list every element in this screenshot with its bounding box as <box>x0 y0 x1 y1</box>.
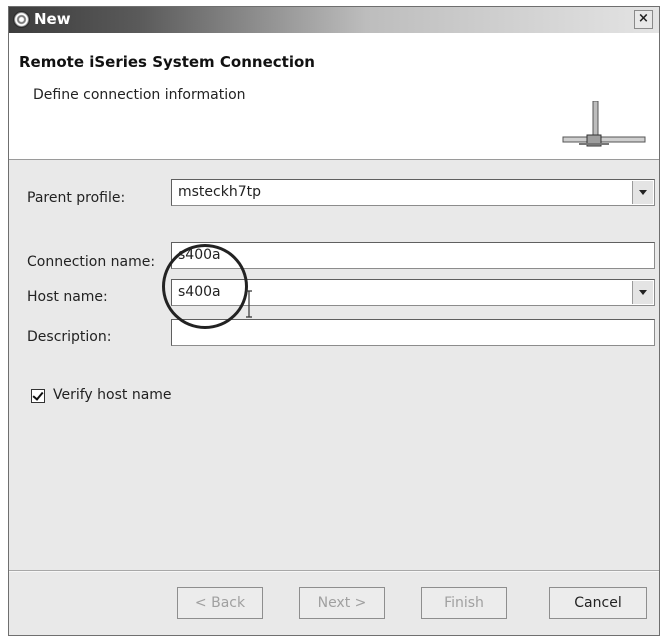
finish-button[interactable]: Finish <box>421 587 507 619</box>
cancel-button[interactable]: Cancel <box>549 587 647 619</box>
description-field[interactable] <box>171 319 655 346</box>
parent-profile-value: msteckh7tp <box>178 184 261 200</box>
banner-title: Remote iSeries System Connection <box>19 53 315 71</box>
host-name-combo[interactable]: s400a <box>171 279 655 306</box>
close-button[interactable]: × <box>634 10 653 29</box>
parent-profile-select[interactable]: msteckh7tp <box>171 179 655 206</box>
host-name-label: Host name: <box>27 289 108 305</box>
eclipse-icon <box>13 11 30 28</box>
text-cursor-icon <box>246 290 252 318</box>
next-button[interactable]: Next > <box>299 587 385 619</box>
parent-profile-label: Parent profile: <box>27 190 126 206</box>
verify-host-checkbox[interactable] <box>31 389 45 403</box>
host-name-value: s400a <box>178 284 221 300</box>
new-connection-dialog: New × Remote iSeries System Connection D… <box>8 6 660 636</box>
back-button[interactable]: < Back <box>177 587 263 619</box>
chevron-down-icon[interactable] <box>632 181 653 204</box>
description-label: Description: <box>27 329 112 345</box>
button-separator <box>9 570 659 572</box>
connection-name-label: Connection name: <box>27 254 156 270</box>
window-title: New <box>34 10 71 28</box>
chevron-down-icon[interactable] <box>632 281 653 304</box>
connection-name-value: s400a <box>178 247 221 263</box>
banner-subtitle: Define connection information <box>33 87 246 103</box>
connection-name-field[interactable]: s400a <box>171 242 655 269</box>
wizard-banner: Remote iSeries System Connection Define … <box>9 33 659 160</box>
connection-wizard-icon <box>562 101 646 147</box>
title-bar[interactable]: New × <box>9 7 659 33</box>
verify-host-label: Verify host name <box>53 387 172 403</box>
